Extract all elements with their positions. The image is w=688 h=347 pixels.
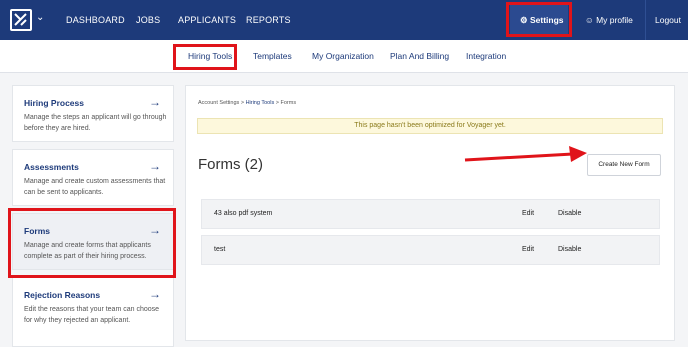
card-title: Hiring Process xyxy=(24,98,84,108)
settings-button[interactable]: ⚙ Settings xyxy=(520,0,564,40)
tab-templates[interactable]: Templates xyxy=(253,40,292,73)
breadcrumb: Account Settings > Hiring Tools > Forms xyxy=(198,100,296,106)
breadcrumb-separator: > xyxy=(240,100,245,106)
create-new-form-button[interactable]: Create New Form xyxy=(587,154,661,176)
edit-button[interactable]: Edit xyxy=(522,236,534,264)
profile-label: My profile xyxy=(596,15,633,25)
settings-label: Settings xyxy=(530,15,564,25)
main-panel: Account Settings > Hiring Tools > Forms … xyxy=(185,85,675,341)
hiring-tools-highlight-box xyxy=(173,44,237,70)
disable-button[interactable]: Disable xyxy=(558,236,581,264)
sidebar-item-hiring-process[interactable]: Hiring Process → Manage the steps an app… xyxy=(12,85,174,142)
sidebar-item-rejection-reasons[interactable]: Rejection Reasons → Edit the reasons tha… xyxy=(12,277,174,347)
chevron-down-icon[interactable]: ⌄ xyxy=(36,12,44,23)
tab-plan-and-billing[interactable]: Plan And Billing xyxy=(390,40,449,73)
edit-button[interactable]: Edit xyxy=(522,200,534,228)
breadcrumb-separator: > xyxy=(275,100,279,106)
nav-jobs[interactable]: JOBS xyxy=(136,0,160,40)
user-icon: ☺ xyxy=(585,15,594,25)
form-name: 43 also pdf system xyxy=(214,210,273,217)
breadcrumb-hiring-tools[interactable]: Hiring Tools xyxy=(246,100,275,106)
nav-dashboard[interactable]: DASHBOARD xyxy=(66,0,125,40)
card-title: Assessments xyxy=(24,162,79,172)
my-profile-button[interactable]: ☺ My profile xyxy=(585,0,633,40)
divider xyxy=(645,0,646,40)
card-description: Manage and create custom assessments tha… xyxy=(24,178,166,196)
breadcrumb-forms: Forms xyxy=(280,100,297,106)
sidebar-item-assessments[interactable]: Assessments → Manage and create custom a… xyxy=(12,149,174,206)
breadcrumb-account-settings[interactable]: Account Settings xyxy=(198,100,239,106)
tab-integration[interactable]: Integration xyxy=(466,40,506,73)
arrow-right-icon: → xyxy=(149,95,161,109)
card-description: Manage the steps an applicant will go th… xyxy=(24,114,167,132)
logout-button[interactable]: Logout xyxy=(655,0,681,40)
gear-icon: ⚙ xyxy=(520,15,528,25)
card-description: Edit the reasons that your team can choo… xyxy=(24,306,160,324)
warning-banner: This page hasn't been optimized for Voya… xyxy=(197,118,663,134)
arrow-right-icon: → xyxy=(149,287,161,301)
tab-my-organization[interactable]: My Organization xyxy=(312,40,374,73)
table-row: 43 also pdf system Edit Disable xyxy=(201,199,660,229)
nav-reports[interactable]: REPORTS xyxy=(246,0,291,40)
nav-applicants[interactable]: APPLICANTS xyxy=(178,0,236,40)
card-title: Rejection Reasons xyxy=(24,290,101,300)
forms-highlight-box xyxy=(8,208,176,278)
form-name: test xyxy=(214,246,226,253)
annotation-arrow-icon xyxy=(464,146,587,162)
page-title: Forms (2) xyxy=(198,156,263,173)
disable-button[interactable]: Disable xyxy=(558,200,581,228)
app-logo-icon[interactable] xyxy=(10,9,32,31)
table-row: test Edit Disable xyxy=(201,235,660,265)
arrow-right-icon: → xyxy=(149,159,161,173)
